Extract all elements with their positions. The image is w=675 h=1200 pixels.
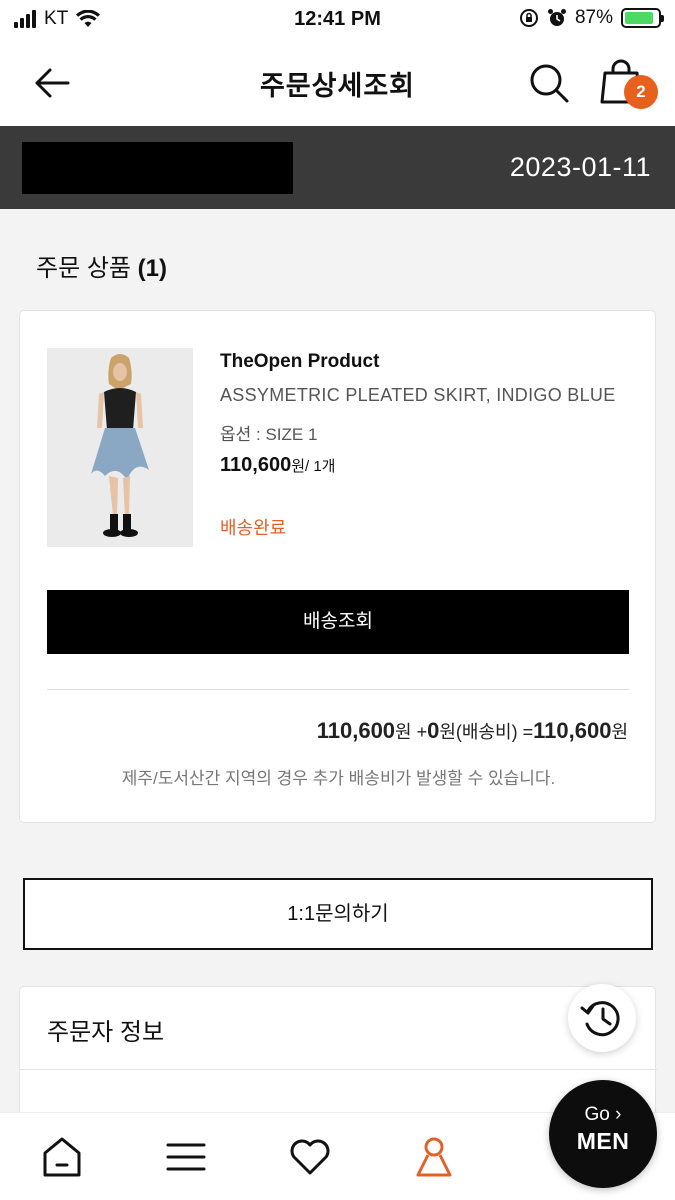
heart-icon[interactable]	[286, 1133, 334, 1181]
plus-sign: +	[411, 722, 428, 742]
order-items-heading: 주문 상품 (1)	[36, 248, 167, 283]
go-label: Go ›	[584, 1104, 622, 1125]
won-label-total: 원	[611, 722, 628, 742]
history-icon	[580, 1001, 620, 1037]
delivery-status: 배송완료	[220, 518, 287, 538]
won-label: 원	[395, 722, 412, 742]
card-divider	[47, 689, 629, 690]
battery-percent: 87%	[574, 7, 613, 28]
order-total-summary: 110,600원 +0원(배송비) =110,600원	[317, 718, 628, 744]
shipping-label: 원(배송비) =	[439, 722, 534, 742]
status-right: 87%	[519, 7, 664, 29]
home-icon[interactable]	[38, 1133, 86, 1181]
order-items-count: (1)	[137, 255, 168, 282]
page-title: 주문상세조회	[259, 71, 416, 101]
order-item-card: TheOpen Product ASSYMETRIC PLEATED SKIRT…	[19, 310, 656, 823]
go-men-button[interactable]: Go › MEN	[549, 1080, 657, 1188]
battery-icon	[621, 8, 664, 28]
user-icon[interactable]	[410, 1133, 458, 1181]
track-delivery-button[interactable]: 배송조회	[47, 590, 629, 654]
product-price-value: 110,600	[220, 454, 292, 476]
app-header: 주문상세조회	[0, 40, 675, 126]
order-date: 2023-01-11	[509, 152, 651, 182]
shipping-fee: 0	[427, 718, 440, 743]
product-price: 110,600원/ 1개	[220, 454, 335, 477]
shipping-notice: 제주/도서산간 지역의 경우 추가 배송비가 발생할 수 있습니다.	[121, 769, 556, 788]
one-on-one-inquiry-button[interactable]: 1:1문의하기	[23, 878, 653, 950]
product-photo	[47, 348, 193, 547]
alarm-icon	[547, 9, 566, 26]
redacted-order-number	[22, 142, 293, 194]
product-image[interactable]	[47, 348, 193, 547]
search-icon[interactable]	[526, 60, 572, 106]
product-price-unit: 원/ 1개	[291, 458, 336, 475]
menu-icon[interactable]	[162, 1133, 210, 1181]
product-option: 옵션 : SIZE 1	[220, 425, 318, 444]
recent-history-button[interactable]	[568, 984, 636, 1052]
men-label: MEN	[576, 1128, 630, 1154]
product-total: 110,600	[316, 718, 396, 743]
orderer-info-title: 주문자 정보	[47, 1019, 165, 1046]
orderer-card-divider	[20, 1069, 657, 1070]
rotation-lock-icon	[519, 9, 538, 27]
cart-count-badge: 2	[624, 75, 658, 109]
order-info-bar: 2023-01-11	[0, 126, 675, 209]
product-brand[interactable]: TheOpen Product	[220, 351, 379, 373]
grand-total: 110,600	[533, 718, 612, 743]
status-bar: KT 12:41 PM 87%	[0, 0, 675, 40]
product-name[interactable]: ASSYMETRIC PLEATED SKIRT, INDIGO BLUE	[220, 385, 630, 406]
order-items-heading-text: 주문 상품	[36, 255, 131, 282]
